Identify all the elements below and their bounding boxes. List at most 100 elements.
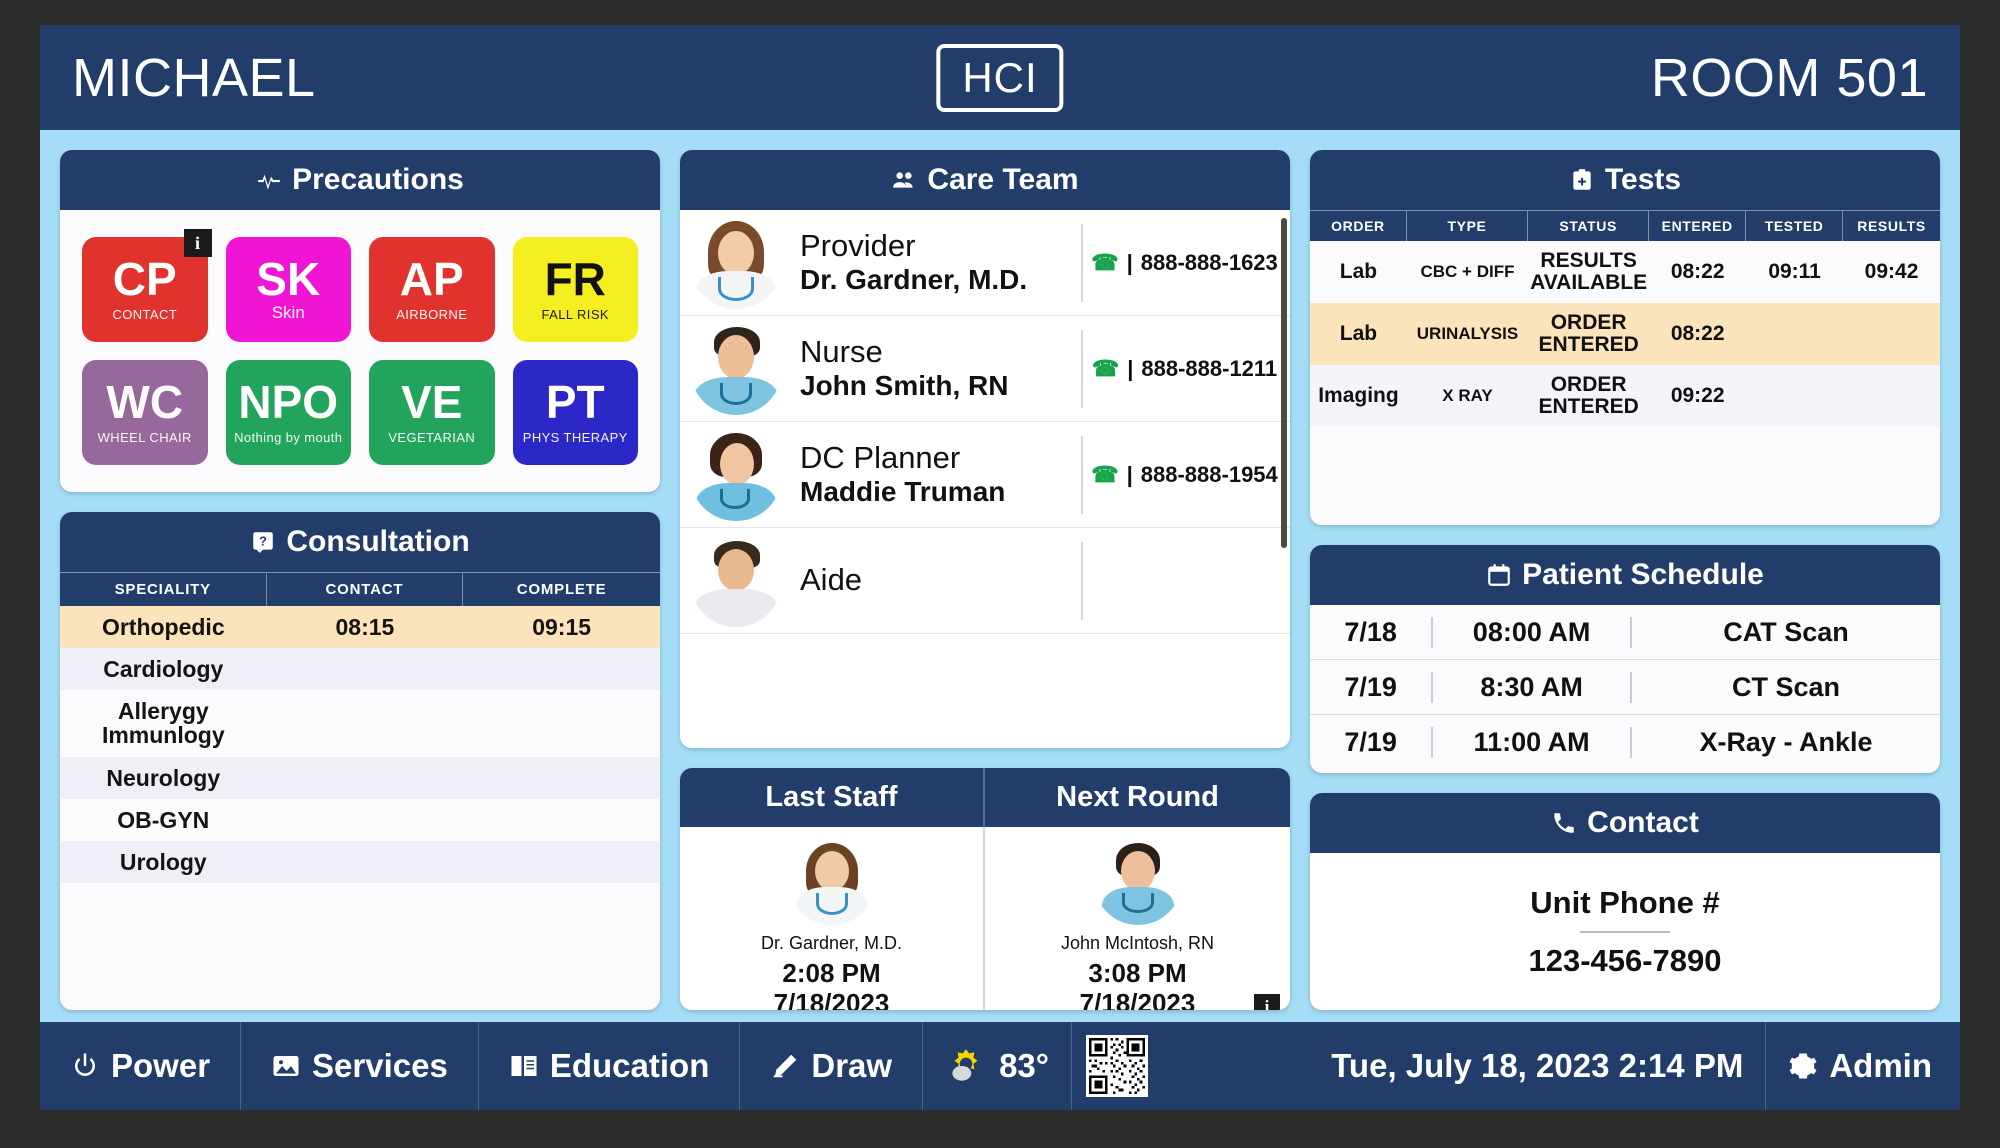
consultation-cell-contact: [267, 714, 464, 732]
tests-cell-results: [1843, 325, 1940, 343]
phone-separator: |: [1126, 249, 1133, 275]
precaution-tile-sk[interactable]: SK Skin: [225, 237, 351, 342]
tests-cell-order: Lab: [1339, 260, 1378, 284]
tests-cell-status: ORDER ENTERED: [1538, 311, 1639, 357]
weather-widget[interactable]: 83°: [923, 1022, 1072, 1110]
care-team-name: John Smith, RN: [800, 369, 1009, 401]
precautions-title: Precautions: [292, 163, 464, 196]
precaution-label: Nothing by mouth: [234, 430, 343, 446]
care-team-avatar: [690, 428, 782, 521]
svg-text:?: ?: [259, 533, 267, 548]
care-team-phone[interactable]: ☎ | 888-888-1211: [1081, 329, 1286, 408]
schedule-row[interactable]: 7/19 8:30 AM CT Scan: [1310, 660, 1940, 715]
consultation-cell-complete: [463, 660, 660, 678]
tests-col-type: TYPE: [1407, 211, 1529, 241]
consultation-row[interactable]: Allerygy Immunlogy: [60, 690, 660, 756]
temperature-label: 83°: [999, 1047, 1049, 1084]
precautions-header: Precautions: [60, 150, 660, 210]
draw-button[interactable]: Draw: [740, 1022, 924, 1110]
care-team-phone[interactable]: [1081, 541, 1286, 620]
care-team-member-row[interactable]: Aide: [680, 528, 1290, 634]
power-label: Power: [111, 1047, 211, 1084]
consultation-row[interactable]: Neurology: [60, 756, 660, 799]
care-team-header: Care Team: [680, 150, 1290, 210]
care-team-scrollbar[interactable]: [1281, 218, 1287, 548]
tests-row[interactable]: Imaging X RAY ORDER ENTERED 09:22: [1310, 365, 1940, 428]
schedule-row[interactable]: 7/18 08:00 AM CAT Scan: [1310, 605, 1940, 660]
partly-cloudy-icon: [952, 1049, 978, 1081]
room-number: ROOM 501: [1650, 47, 1928, 108]
consultation-rows: Orthopedic 08:15 09:15 Cardiology Allerygy I…: [60, 606, 660, 1010]
care-team-phone[interactable]: ☎ | 888-888-1954: [1081, 435, 1286, 514]
consultation-row[interactable]: Cardiology: [60, 648, 660, 691]
precaution-info-badge[interactable]: i: [183, 229, 212, 257]
center-column: Care Team Provider Dr. Gardner, M.D. ☎ | 888…: [680, 150, 1290, 1010]
services-label: Services: [312, 1047, 448, 1084]
page-title: MICHAEL: [72, 47, 316, 108]
precaution-tile-pt[interactable]: PT PHYS THERAPY: [512, 360, 638, 465]
book-icon: [511, 1056, 537, 1076]
consultation-cell-speciality: Neurology: [106, 764, 221, 791]
admin-button[interactable]: Admin: [1766, 1022, 1960, 1110]
care-team-name: Maddie Truman: [800, 475, 1006, 507]
precaution-tile-wc[interactable]: WC WHEEL CHAIR: [82, 360, 208, 465]
consultation-card: ? Consultation SPECIALITY CONTACT COMPLE…: [60, 512, 660, 1010]
precaution-label: VEGETARIAN: [388, 430, 476, 446]
care-team-name: Dr. Gardner, M.D.: [800, 263, 1028, 295]
care-team-member-row[interactable]: Nurse John Smith, RN ☎ | 888-888-1211: [680, 316, 1290, 422]
consultation-col-speciality: SPECIALITY: [60, 573, 267, 606]
precaution-tile-cp[interactable]: CP CONTACT i: [82, 229, 212, 342]
tests-col-tested: TESTED: [1746, 211, 1844, 241]
care-team-member-row[interactable]: Provider Dr. Gardner, M.D. ☎ | 888-888-1623: [680, 210, 1290, 316]
rounds-body: Dr. Gardner, M.D. 2:08 PM 7/18/2023 John…: [680, 827, 1290, 1010]
heartbeat-icon: [258, 174, 280, 190]
care-team-phone-number: 888-888-1211: [1141, 355, 1278, 381]
consultation-row[interactable]: Urology: [60, 840, 660, 883]
patient-schedule-title: Patient Schedule: [1522, 558, 1764, 591]
tests-row[interactable]: Lab URINALYSIS ORDER ENTERED 08:22: [1310, 303, 1940, 366]
precaution-label: CONTACT: [112, 307, 178, 323]
schedule-cell-time: 8:30 AM: [1433, 671, 1632, 703]
precaution-abbr: SK: [256, 253, 321, 306]
consultation-cell-speciality: Urology: [119, 848, 207, 875]
precautions-card: Precautions CP CONTACT i SK Skin AP AIRBORNE FR…: [60, 150, 660, 492]
education-button[interactable]: Education: [479, 1022, 741, 1110]
precaution-tile-npo[interactable]: NPO Nothing by mouth: [225, 360, 351, 465]
precaution-label: FALL RISK: [541, 307, 609, 323]
tests-header: Tests: [1310, 150, 1940, 210]
consultation-row[interactable]: OB-GYN: [60, 799, 660, 841]
tests-col-order: ORDER: [1310, 211, 1407, 241]
footer-toolbar: Power Services Education Draw 83° Tue, J…: [40, 1022, 1960, 1110]
tests-cell-order: Lab: [1339, 322, 1378, 346]
schedule-row[interactable]: 7/19 11:00 AM X-Ray - Ankle: [1310, 715, 1940, 770]
care-team-phone[interactable]: ☎ | 888-888-1623: [1081, 223, 1286, 302]
precaution-tile-ve[interactable]: VE VEGETARIAN: [369, 360, 495, 465]
contact-title: Contact: [1587, 806, 1699, 839]
tests-row[interactable]: Lab CBC + DIFF RESULTS AVAILABLE 08:22 09:11…: [1310, 241, 1940, 303]
schedule-cell-event: CAT Scan: [1723, 616, 1849, 647]
consultation-column-headers: SPECIALITY CONTACT COMPLETE: [60, 572, 660, 606]
power-button[interactable]: Power: [40, 1022, 242, 1110]
services-button[interactable]: Services: [241, 1022, 479, 1110]
consultation-cell-complete: [463, 769, 660, 787]
care-team-role: Provider: [800, 228, 916, 264]
consultation-cell-speciality: Allerygy Immunlogy: [101, 698, 225, 749]
care-team-avatar: [690, 534, 782, 627]
precaution-tile-ap[interactable]: AP AIRBORNE: [369, 237, 495, 342]
consultation-row[interactable]: Orthopedic 08:15 09:15: [60, 606, 660, 649]
qr-code[interactable]: [1085, 1035, 1148, 1097]
patient-schedule-rows: 7/18 08:00 AM CAT Scan 7/19 8:30 AM CT Scan 7/…: [1310, 605, 1940, 773]
footer-spacer: [1162, 1022, 1309, 1110]
consultation-header: ? Consultation: [60, 512, 660, 572]
rounds-card: Last Staff Next Round Dr. Gardner, M.D. …: [680, 768, 1290, 1010]
tests-col-entered: ENTERED: [1649, 211, 1747, 241]
precautions-grid: CP CONTACT i SK Skin AP AIRBORNE FR FALL RISK WC W…: [60, 210, 660, 492]
care-team-text: Aide: [782, 562, 1081, 598]
care-team-text: Provider Dr. Gardner, M.D.: [782, 228, 1081, 296]
care-team-member-row[interactable]: DC Planner Maddie Truman ☎ | 888-888-1954: [680, 422, 1290, 528]
precaution-abbr: FR: [544, 253, 606, 306]
precaution-tile-fr[interactable]: FR FALL RISK: [512, 237, 638, 342]
next-round-date: 7/18/2023: [1079, 987, 1196, 1010]
next-round-info-badge[interactable]: i: [1254, 994, 1280, 1010]
care-team-list[interactable]: Provider Dr. Gardner, M.D. ☎ | 888-888-1623 N…: [680, 210, 1290, 748]
